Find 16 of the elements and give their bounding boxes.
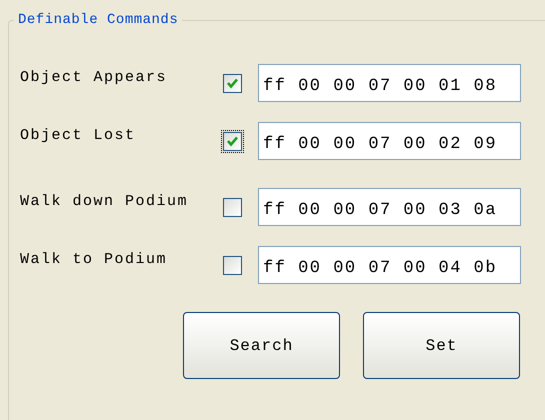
checkbox[interactable] [222,196,243,218]
checkbox[interactable] [222,254,243,276]
command-label: Object Lost [20,126,137,146]
command-field[interactable]: ff 00 00 07 00 03 0a [258,188,521,226]
check-icon [226,76,239,90]
checkbox[interactable] [222,72,243,94]
command-label: Object Appears [20,68,168,88]
command-button[interactable]: Set [363,312,520,379]
check-icon [226,134,239,148]
checkbox[interactable] [222,130,243,152]
command-field[interactable]: ff 00 00 07 00 04 0b [258,246,521,284]
command-button[interactable]: Search [183,312,340,379]
command-label: Walk down Podium [20,192,190,212]
command-label: Walk to Podium [20,250,168,270]
command-field[interactable]: ff 00 00 07 00 01 08 [258,64,521,102]
command-field[interactable]: ff 00 00 07 00 02 09 [258,122,521,160]
